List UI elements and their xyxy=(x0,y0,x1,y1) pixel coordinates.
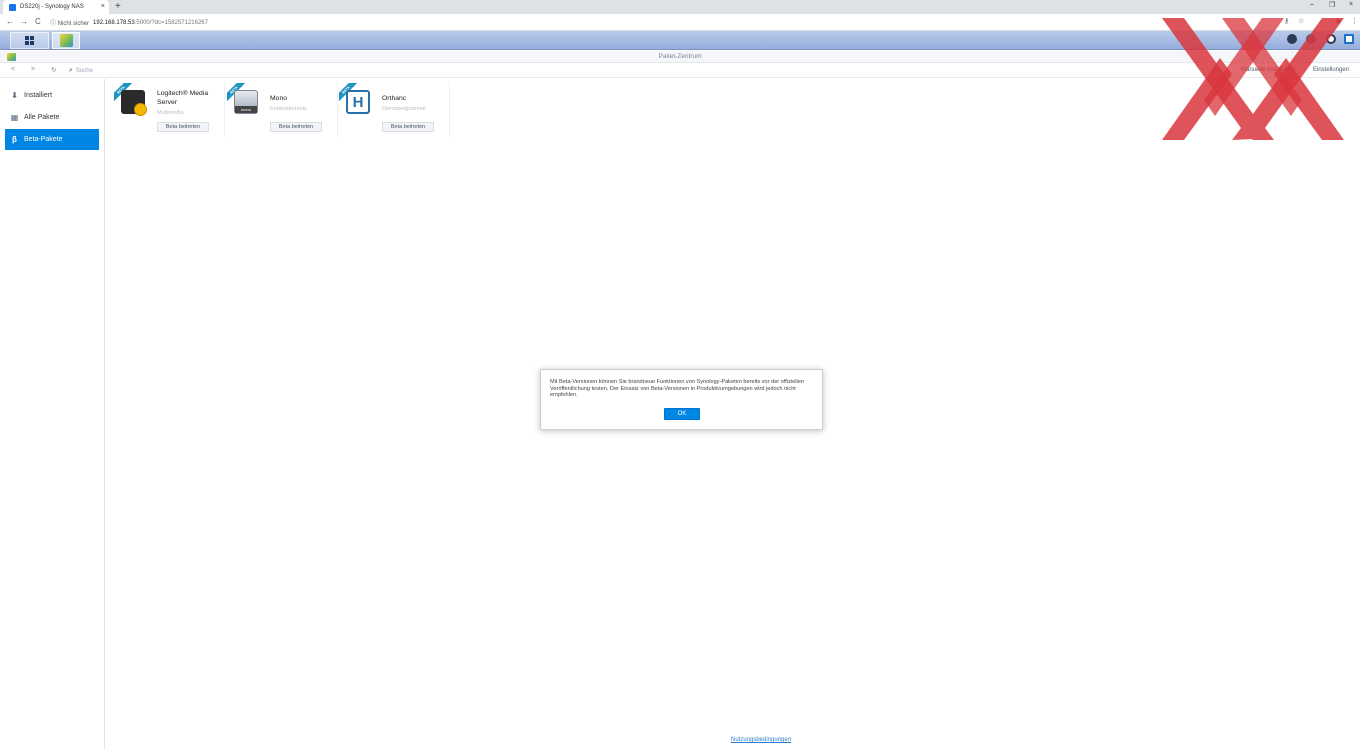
widgets-icon[interactable] xyxy=(1344,34,1354,44)
package-name: Logitech® Media Server xyxy=(157,90,209,106)
sidebar-item-all-packages[interactable]: ▦ Alle Pakete xyxy=(5,107,99,128)
package-center-toolbar: < > ↻ ⌕ Suche Manuelle Installation Eins… xyxy=(0,64,1360,78)
nav-back-button[interactable]: < xyxy=(11,66,15,73)
synology-favicon-icon xyxy=(9,3,16,11)
terms-of-use-link[interactable]: Nutzungsbedingungen xyxy=(731,737,791,743)
window-close-button[interactable]: × xyxy=(1349,1,1353,8)
nav-forward-button[interactable]: > xyxy=(31,66,35,73)
package-center-app-icon xyxy=(7,53,16,61)
all-packages-icon: ▦ xyxy=(10,113,19,122)
join-beta-button[interactable]: Beta beitreten xyxy=(382,122,434,132)
user-icon[interactable] xyxy=(1306,34,1316,44)
mono-icon: mono xyxy=(234,90,258,114)
beta-info-dialog: Mit Beta-Versionen können Sie brandneue … xyxy=(540,369,823,430)
taskbar-package-center-button[interactable] xyxy=(52,32,80,49)
browser-tab[interactable]: DS220j - Synology NAS × xyxy=(3,0,109,14)
main-menu-button[interactable] xyxy=(10,32,49,49)
browser-back-button[interactable]: ← xyxy=(6,17,14,26)
ok-button[interactable]: OK xyxy=(664,408,700,420)
manual-install-button[interactable]: Manuelle Installation xyxy=(1241,67,1296,73)
dialog-message: Mit Beta-Versionen können Sie brandneue … xyxy=(550,379,804,398)
search-placeholder: Suche xyxy=(75,68,93,74)
browser-tab-title: DS220j - Synology NAS xyxy=(20,4,84,10)
sidebar-item-beta-packages[interactable]: β Beta-Pakete xyxy=(5,129,99,150)
window-minimize-button[interactable]: – xyxy=(1310,1,1314,8)
installed-icon: ⬇ xyxy=(11,91,18,100)
settings-button[interactable]: Einstellungen xyxy=(1313,67,1349,73)
package-card-orthanc[interactable]: BETA H Orthanc Dienstprogramme Beta beit… xyxy=(338,82,450,137)
package-category: Dienstprogramme xyxy=(382,106,426,112)
package-name: Mono xyxy=(270,95,288,102)
beta-icon: β xyxy=(12,135,17,144)
browser-address-bar: ← → C ⓘ Nicht sicher 192.168.178.53 :500… xyxy=(0,14,1360,31)
sidebar-item-label: Alle Pakete xyxy=(24,114,60,121)
key-icon[interactable]: ⚷ xyxy=(1284,17,1289,25)
window-title: Paket-Zentrum xyxy=(658,53,702,60)
join-beta-button[interactable]: Beta beitreten xyxy=(270,122,322,132)
browser-menu-icon[interactable]: ⋮ xyxy=(1351,17,1358,25)
dsm-taskbar xyxy=(0,31,1360,50)
package-name: Orthanc xyxy=(382,95,407,102)
tab-close-icon[interactable]: × xyxy=(101,3,105,10)
new-tab-button[interactable]: + xyxy=(115,1,121,12)
package-category: Multimedia xyxy=(157,110,184,116)
browser-tab-bar: DS220j - Synology NAS × + – ❐ × xyxy=(0,0,1360,14)
sidebar-item-label: Installiert xyxy=(24,92,53,99)
security-indicator[interactable]: ⓘ Nicht sicher xyxy=(50,18,89,27)
window-title-bar: Paket-Zentrum xyxy=(0,51,1360,63)
refresh-button[interactable]: ↻ xyxy=(51,66,57,74)
browser-reload-button[interactable]: C xyxy=(35,17,41,26)
profile-icon[interactable]: ◉ xyxy=(1335,17,1341,25)
url-field[interactable]: ⓘ Nicht sicher 192.168.178.53 :5000/?dc=… xyxy=(50,16,208,29)
logitech-media-server-icon xyxy=(121,90,147,116)
grid-menu-icon xyxy=(25,36,34,45)
url-host: 192.168.178.53 xyxy=(93,19,135,26)
browser-forward-button[interactable]: → xyxy=(20,17,28,26)
bookmark-star-icon[interactable]: ☆ xyxy=(1298,17,1304,25)
orthanc-icon: H xyxy=(346,90,370,114)
sidebar-item-label: Beta-Pakete xyxy=(24,136,63,143)
chat-icon[interactable] xyxy=(1287,34,1297,44)
sidebar: ⬇ Installiert ▦ Alle Pakete β Beta-Paket… xyxy=(0,79,105,749)
package-center-icon xyxy=(59,34,73,47)
package-card-logitech[interactable]: BETA Logitech® Media Server Multimedia B… xyxy=(113,82,225,137)
search-magnifier-icon: ⌕ xyxy=(69,67,73,74)
search-icon[interactable] xyxy=(1326,34,1336,44)
window-restore-button[interactable]: ❐ xyxy=(1329,1,1335,9)
package-card-mono[interactable]: BETA mono Mono Entwicklertools Beta beit… xyxy=(226,82,338,137)
search-field[interactable]: ⌕ Suche xyxy=(69,66,93,76)
url-path: :5000/?dc=1582571216267 xyxy=(134,19,208,26)
package-category: Entwicklertools xyxy=(270,106,307,112)
join-beta-button[interactable]: Beta beitreten xyxy=(157,122,209,132)
sidebar-item-installed[interactable]: ⬇ Installiert xyxy=(5,85,99,106)
